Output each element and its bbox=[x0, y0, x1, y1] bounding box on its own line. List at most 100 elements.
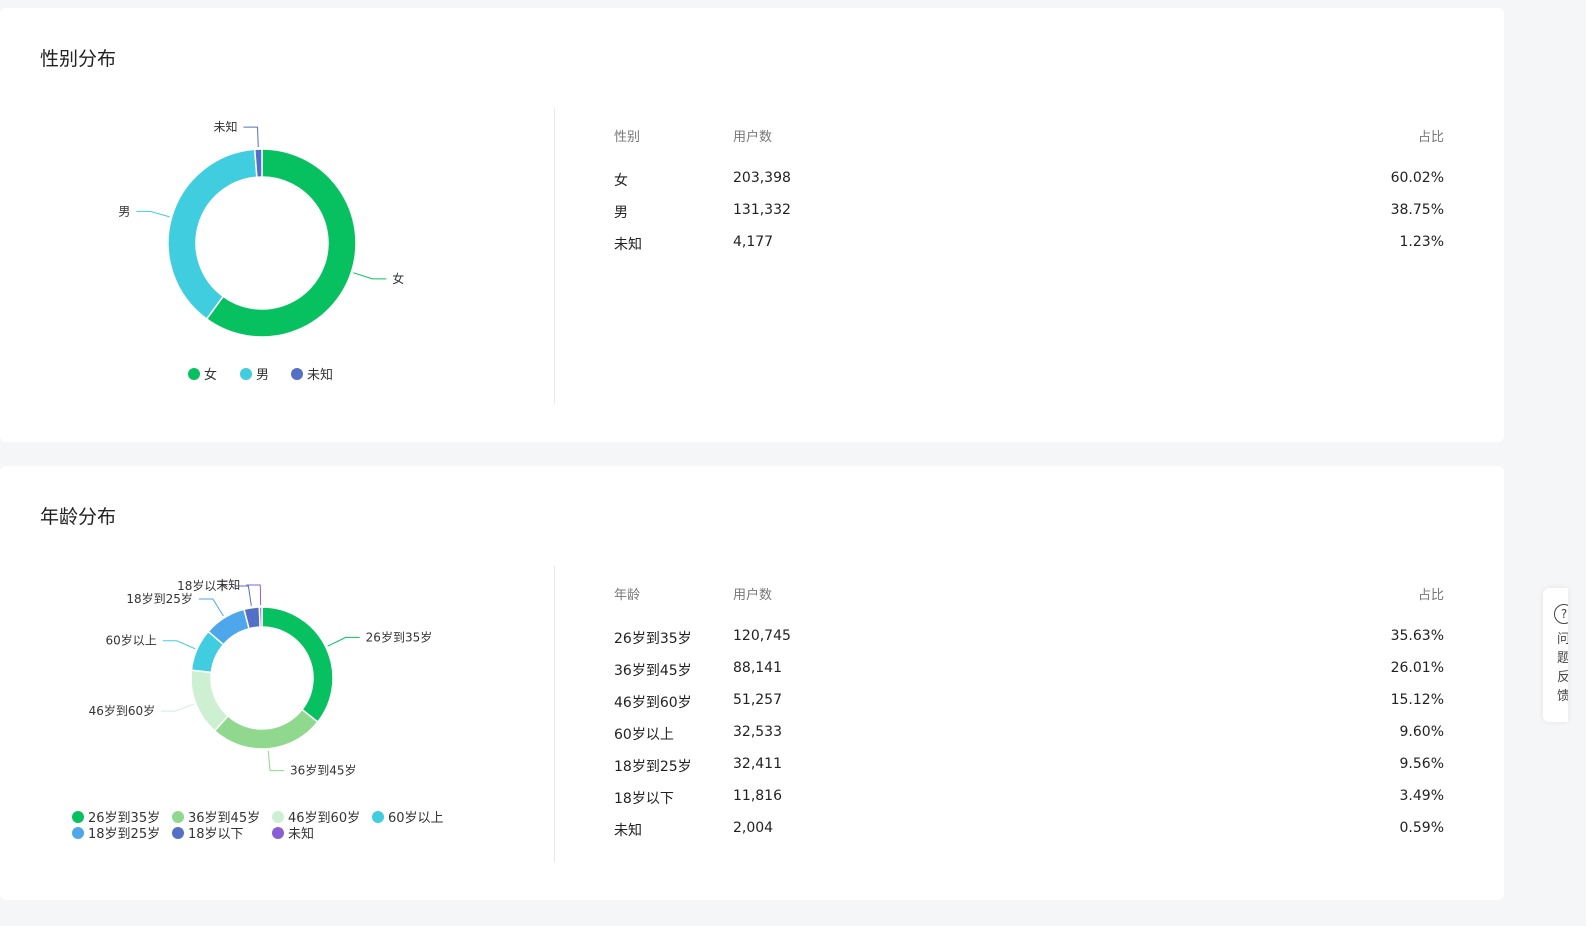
legend-label[interactable]: 未知 bbox=[288, 826, 314, 842]
cell-pct: 9.56% bbox=[1399, 756, 1444, 772]
cell-count: 11,816 bbox=[733, 788, 782, 804]
gender-donut-chart: 女男未知女男未知 bbox=[118, 120, 404, 383]
slice-label: 男 bbox=[118, 204, 130, 218]
cell-count: 131,332 bbox=[733, 202, 791, 218]
slice-label: 未知 bbox=[213, 120, 237, 134]
cell-pct: 35.63% bbox=[1390, 628, 1444, 644]
table-row: 未知 2,004 0.59% bbox=[614, 820, 1444, 852]
cell-name: 未知 bbox=[614, 237, 642, 253]
donut-slice[interactable] bbox=[190, 669, 230, 732]
slice-label: 26岁到35岁 bbox=[366, 629, 433, 644]
cell-name: 36岁到45岁 bbox=[614, 663, 692, 679]
cell-name: 18岁以下 bbox=[614, 791, 674, 807]
donut-slice[interactable] bbox=[258, 606, 263, 628]
cell-pct: 1.23% bbox=[1399, 234, 1444, 250]
legend-marker[interactable] bbox=[272, 827, 284, 839]
cell-pct: 26.01% bbox=[1390, 660, 1444, 676]
header-users: 用户数 bbox=[733, 588, 773, 603]
legend-label[interactable]: 18岁到25岁 bbox=[88, 827, 160, 842]
cell-name: 60岁以上 bbox=[614, 727, 674, 743]
question-icon: ? bbox=[1554, 604, 1568, 624]
table-header: 年龄 用户数 占比 bbox=[614, 584, 1444, 628]
donut-slice[interactable] bbox=[167, 148, 258, 321]
table-row: 男 131,332 38.75% bbox=[614, 202, 1444, 234]
cell-count: 88,141 bbox=[733, 660, 782, 676]
cell-pct: 3.49% bbox=[1399, 788, 1444, 804]
cell-pct: 9.60% bbox=[1399, 724, 1444, 740]
legend-label[interactable]: 男 bbox=[256, 368, 269, 383]
legend-marker[interactable] bbox=[372, 811, 384, 823]
header-users: 用户数 bbox=[733, 130, 773, 145]
cell-count: 2,004 bbox=[733, 820, 774, 836]
legend-marker[interactable] bbox=[272, 811, 284, 823]
feedback-label: 问题反馈 bbox=[1557, 632, 1568, 704]
age-card: 年龄分布 26岁到35岁 36岁到45岁 46岁到60岁 60岁以上 18岁到25岁 18… bbox=[0, 466, 1504, 900]
feedback-button[interactable]: ? 问题反馈 bbox=[1543, 588, 1568, 722]
cell-pct: 0.59% bbox=[1399, 820, 1444, 836]
age-donut-chart: 26岁到35岁 36岁到45岁 46岁到60岁 60岁以上 18岁到25岁 18岁以下 未知… bbox=[72, 578, 444, 842]
cell-name: 18岁到25岁 bbox=[614, 759, 692, 775]
legend-marker[interactable] bbox=[291, 368, 303, 380]
cell-count: 4,177 bbox=[733, 234, 774, 250]
legend-marker[interactable] bbox=[240, 368, 252, 380]
table-row: 36岁到45岁 88,141 26.01% bbox=[614, 660, 1444, 692]
table-row: 未知 4,177 1.23% bbox=[614, 234, 1444, 266]
legend-marker[interactable] bbox=[188, 368, 200, 380]
label-leader-line bbox=[327, 636, 360, 647]
cell-name: 男 bbox=[614, 205, 628, 221]
header-age: 年龄 bbox=[614, 588, 641, 603]
slice-label: 未知 bbox=[216, 578, 240, 592]
cell-count: 32,411 bbox=[733, 756, 782, 772]
label-leader-line bbox=[162, 640, 196, 650]
legend-marker[interactable] bbox=[72, 811, 84, 823]
cell-count: 120,745 bbox=[733, 628, 791, 644]
legend-marker[interactable] bbox=[172, 811, 184, 823]
slice-label: 36岁到45岁 bbox=[290, 763, 357, 778]
legend-marker[interactable] bbox=[72, 827, 84, 839]
legend-label[interactable]: 女 bbox=[204, 367, 217, 383]
legend-label[interactable]: 未知 bbox=[307, 367, 333, 383]
header-gender: 性别 bbox=[614, 130, 641, 145]
gender-table: 性别 用户数 占比 女 203,398 60.02% 男 131,332 38.… bbox=[614, 126, 1444, 266]
cell-name: 女 bbox=[614, 173, 628, 189]
label-leader-line bbox=[161, 703, 194, 712]
header-pct: 占比 bbox=[1417, 130, 1444, 145]
legend-label[interactable]: 26岁到35岁 bbox=[88, 811, 160, 826]
gender-card: 性别分布 女男未知女男未知 性别 用户数 占比 女 203,398 60.02%… bbox=[0, 8, 1504, 442]
cell-count: 203,398 bbox=[733, 170, 791, 186]
label-leader-line bbox=[198, 598, 224, 617]
donut-slice[interactable] bbox=[213, 708, 319, 750]
divider bbox=[554, 108, 555, 404]
donut-slice[interactable] bbox=[261, 606, 334, 724]
cell-pct: 60.02% bbox=[1390, 170, 1444, 186]
label-leader-line bbox=[243, 126, 259, 148]
table-header: 性别 用户数 占比 bbox=[614, 126, 1444, 170]
label-leader-line bbox=[353, 272, 387, 280]
slice-label: 女 bbox=[392, 271, 404, 286]
cell-pct: 38.75% bbox=[1390, 202, 1444, 218]
table-row: 女 203,398 60.02% bbox=[614, 170, 1444, 202]
cell-name: 未知 bbox=[614, 823, 642, 839]
divider bbox=[554, 566, 555, 862]
header-pct: 占比 bbox=[1417, 588, 1444, 603]
legend-label[interactable]: 46岁到60岁 bbox=[288, 811, 360, 826]
table-row: 60岁以上 32,533 9.60% bbox=[614, 724, 1444, 756]
cell-name: 46岁到60岁 bbox=[614, 695, 692, 711]
label-leader-line bbox=[267, 750, 284, 772]
table-row: 46岁到60岁 51,257 15.12% bbox=[614, 692, 1444, 724]
legend-marker[interactable] bbox=[172, 827, 184, 839]
label-leader-line bbox=[136, 210, 170, 218]
table-row: 18岁以下 11,816 3.49% bbox=[614, 788, 1444, 820]
slice-label: 18岁到25岁 bbox=[126, 591, 193, 606]
slice-label: 60岁以上 bbox=[106, 633, 157, 648]
donut-slice[interactable] bbox=[253, 148, 263, 179]
legend-label[interactable]: 36岁到45岁 bbox=[188, 811, 260, 826]
slice-label: 46岁到60岁 bbox=[89, 703, 156, 718]
table-row: 26岁到35岁 120,745 35.63% bbox=[614, 628, 1444, 660]
legend-label[interactable]: 18岁以下 bbox=[188, 827, 244, 842]
cell-pct: 15.12% bbox=[1390, 692, 1444, 708]
age-table: 年龄 用户数 占比 26岁到35岁 120,745 35.63% 36岁到45岁… bbox=[614, 584, 1444, 852]
legend-label[interactable]: 60岁以上 bbox=[388, 811, 444, 826]
cell-count: 51,257 bbox=[733, 692, 782, 708]
cell-count: 32,533 bbox=[733, 724, 782, 740]
